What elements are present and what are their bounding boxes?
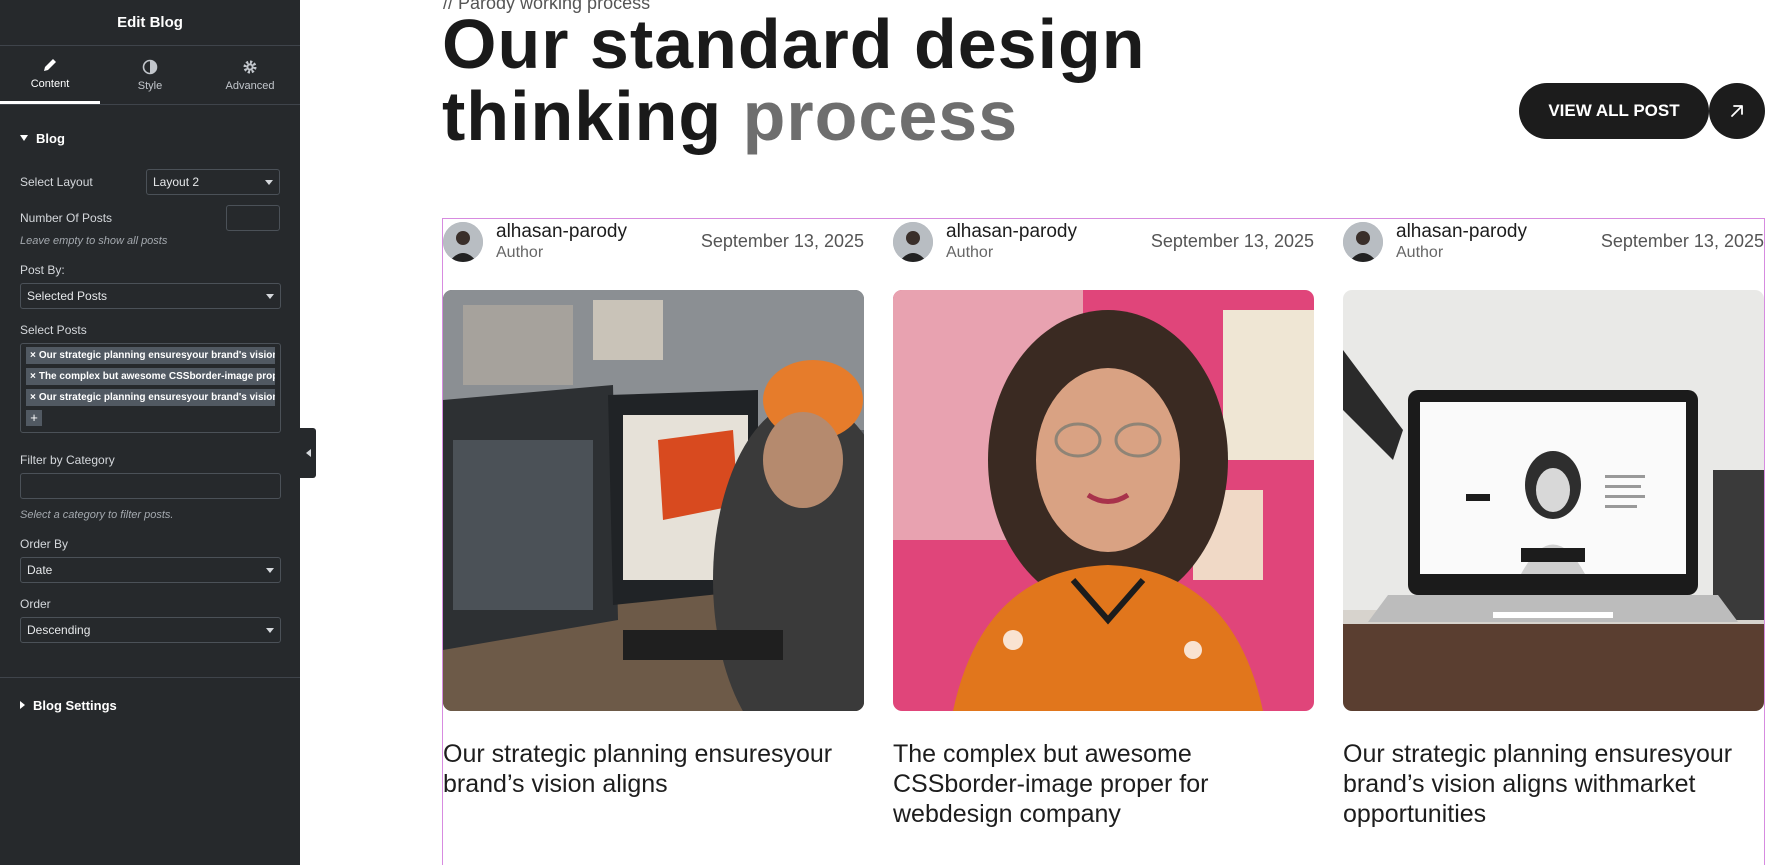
remove-tag-icon[interactable]: × [30,350,36,361]
tab-content[interactable]: Content [0,46,100,104]
select-layout-label: Select Layout [20,175,93,189]
post-thumbnail[interactable] [1343,290,1764,711]
section-blog-settings-label: Blog Settings [33,697,117,713]
contrast-icon [142,59,158,74]
gear-icon [243,60,257,73]
order-value: Descending [27,623,91,637]
post-by-dropdown[interactable]: Selected Posts [20,283,281,309]
headline-word-light: process [742,77,1019,155]
author-role: Author [496,244,544,261]
section-blog-label: Blog [36,130,65,146]
panel-header: Edit Blog [0,0,300,46]
post-date: September 13, 2025 [1150,231,1314,251]
selected-post-tag[interactable]: × Our strategic planning ensuresyour bran… [26,389,275,406]
editor-panel: Edit Blog Content Style Advanced Blog Se… [0,0,300,865]
remove-tag-icon[interactable]: × [30,371,36,382]
post-meta: alhasan-parody Author September 13, 2025 [1343,218,1764,266]
selected-post-tag[interactable]: × The complex but awesome CSSborder-image… [26,368,275,385]
headline-line-2: thinking process [442,80,1146,152]
author-block: alhasan-parody Author [496,221,627,263]
pencil-icon [44,59,56,71]
post-title[interactable]: Our strategic planning ensuresyour brand… [1343,739,1764,829]
section-blog-settings-toggle[interactable]: Blog Settings [0,678,300,732]
blog-card: alhasan-parody Author September 13, 2025 [1343,218,1764,829]
order-by-label: Order By [20,537,69,551]
order-label: Order [20,597,51,611]
selected-post-tag[interactable]: × Our strategic planning ensuresyour bran… [26,347,275,364]
select-posts-label: Select Posts [20,323,87,337]
post-title[interactable]: Our strategic planning ensuresyour brand… [443,739,864,799]
dropdown-caret-icon [266,627,274,633]
remove-tag-icon[interactable]: × [30,392,36,403]
order-dropdown[interactable]: Descending [20,617,281,643]
blog-card: alhasan-parody Author September 13, 2025 [893,218,1314,829]
select-layout-dropdown[interactable]: Layout 2 [146,169,280,195]
post-date: September 13, 2025 [700,231,864,251]
author-block: alhasan-parody Author [1396,221,1527,263]
dropdown-caret-icon [265,179,273,185]
author-name[interactable]: alhasan-parody [946,221,1077,243]
avatar [443,222,483,262]
author-role: Author [946,244,994,261]
post-title[interactable]: The complex but awesome CSSborder-image … [893,739,1314,829]
tab-advanced[interactable]: Advanced [200,46,300,104]
filter-category-label: Filter by Category [20,453,115,467]
headline-line-1: Our standard design [442,5,1146,83]
post-thumbnail[interactable] [443,290,864,711]
select-layout-row: Select Layout Layout 2 [0,169,300,195]
add-post-button[interactable]: + [26,410,42,426]
order-by-dropdown[interactable]: Date [20,557,281,583]
order-by-value: Date [27,563,53,577]
section-blog-toggle[interactable]: Blog [0,111,300,165]
tab-style[interactable]: Style [100,46,200,104]
tab-advanced-label: Advanced [225,79,275,92]
filter-category-hint: Select a category to filter posts. [20,509,174,521]
view-all-post-button[interactable]: VIEW ALL POST [1519,83,1709,139]
tab-style-label: Style [137,79,163,92]
post-meta: alhasan-parody Author September 13, 2025 [893,218,1314,266]
panel-tabs: Content Style Advanced [0,46,300,105]
select-layout-value: Layout 2 [153,175,200,189]
author-name[interactable]: alhasan-parody [496,221,627,243]
caret-down-icon [20,135,28,141]
number-of-posts-label: Number Of Posts [20,211,113,225]
author-name[interactable]: alhasan-parody [1396,221,1527,243]
tab-content-label: Content [30,78,70,90]
avatar [1343,222,1383,262]
number-of-posts-hint: Leave empty to show all posts [20,235,168,247]
post-by-label: Post By: [20,263,65,277]
arrow-up-right-button[interactable] [1709,83,1765,139]
filter-category-input[interactable] [20,473,281,499]
section-headline: Our standard design thinking process [442,8,1146,152]
avatar [893,222,933,262]
select-posts-field[interactable]: × Our strategic planning ensuresyour bran… [20,343,281,433]
headline-word-dark: thinking [442,77,723,155]
blog-card: alhasan-parody Author September 13, 2025 [443,218,864,799]
dropdown-caret-icon [266,293,274,299]
author-role: Author [1396,244,1444,261]
dropdown-caret-icon [266,567,274,573]
page-preview: // Parody working process Our standard d… [300,0,1782,865]
caret-right-icon [20,701,25,709]
number-of-posts-input[interactable] [226,205,280,231]
arrow-up-right-icon [1731,105,1743,117]
author-block: alhasan-parody Author [946,221,1077,263]
post-date: September 13, 2025 [1600,231,1764,251]
post-thumbnail[interactable] [893,290,1314,711]
number-of-posts-row: Number Of Posts [0,205,300,231]
panel-title: Edit Blog [117,14,183,31]
post-meta: alhasan-parody Author September 13, 2025 [443,218,864,266]
post-by-value: Selected Posts [27,289,108,303]
